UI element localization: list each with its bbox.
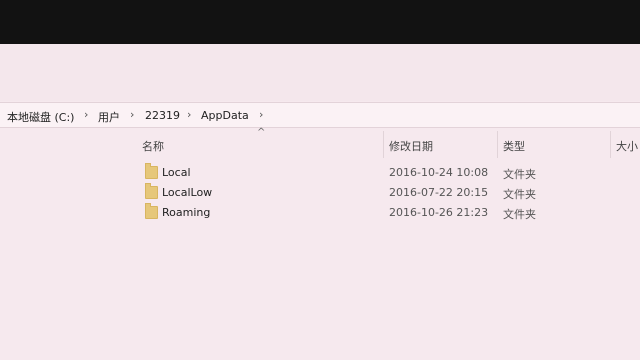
column-header-size[interactable]: 大小 [616, 138, 638, 154]
file-type: 文件夹 [503, 168, 536, 181]
chevron-right-icon[interactable]: › [187, 108, 191, 121]
column-header-modified[interactable]: 修改日期 [389, 138, 433, 154]
file-name[interactable]: Local [162, 166, 191, 179]
breadcrumb-appdata[interactable]: AppData [201, 109, 249, 122]
folder-icon [145, 163, 158, 179]
folder-icon [145, 183, 158, 199]
column-divider[interactable] [383, 131, 384, 158]
file-name[interactable]: Roaming [162, 206, 210, 219]
column-divider[interactable] [610, 131, 611, 158]
breadcrumb-drive[interactable]: 本地磁盘 (C:) [7, 109, 74, 125]
column-header-type[interactable]: 类型 [503, 138, 525, 154]
file-modified: 2016-10-26 21:23 [389, 206, 489, 219]
explorer-window: 本地磁盘 (C:) › 用户 › 22319 › AppData › ^ 名称 … [0, 0, 640, 360]
chevron-right-icon[interactable]: › [84, 108, 88, 121]
column-divider[interactable] [497, 131, 498, 158]
breadcrumb-users[interactable]: 用户 [98, 109, 120, 125]
file-row[interactable]: LocalLow 2016-07-22 20:15 文件夹 [0, 183, 640, 203]
file-row[interactable]: Local 2016-10-24 10:08 文件夹 [0, 163, 640, 183]
column-header-name[interactable]: 名称 [142, 138, 164, 154]
file-type: 文件夹 [503, 208, 536, 221]
sort-up-icon: ^ [257, 127, 266, 138]
top-dark-band [0, 0, 640, 44]
file-modified: 2016-10-24 10:08 [389, 166, 489, 179]
file-modified: 2016-07-22 20:15 [389, 186, 489, 199]
file-type: 文件夹 [503, 188, 536, 201]
breadcrumb-user-folder[interactable]: 22319 [145, 109, 180, 122]
folder-icon [145, 203, 158, 219]
ribbon-area [0, 44, 640, 101]
file-row[interactable]: Roaming 2016-10-26 21:23 文件夹 [0, 203, 640, 223]
chevron-right-icon[interactable]: › [259, 108, 263, 121]
chevron-right-icon[interactable]: › [130, 108, 134, 121]
address-bar[interactable]: 本地磁盘 (C:) › 用户 › 22319 › AppData › [0, 102, 640, 128]
file-name[interactable]: LocalLow [162, 186, 212, 199]
